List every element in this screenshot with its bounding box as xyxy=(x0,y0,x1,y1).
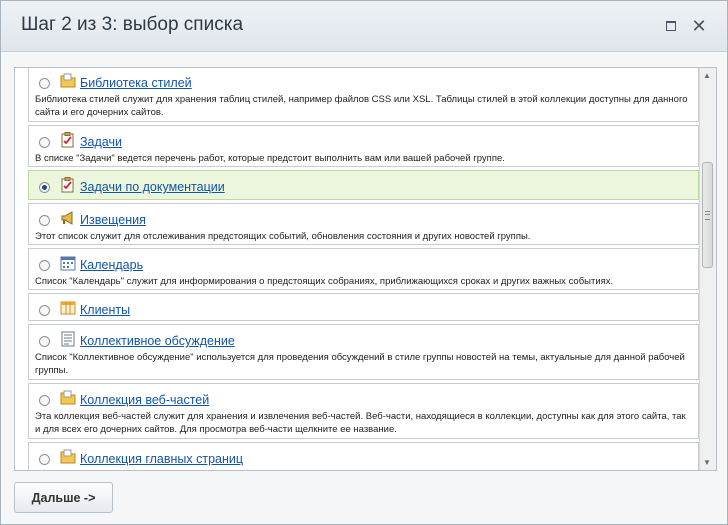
list-item-radio[interactable] xyxy=(39,78,50,89)
next-button[interactable]: Дальше -> xyxy=(14,482,113,513)
list-item-title[interactable]: Задачи по документации xyxy=(80,180,225,194)
list-item-radio[interactable] xyxy=(39,336,50,347)
list-item-title[interactable]: Коллекция главных страниц xyxy=(80,452,243,466)
list-item[interactable]: Задачи по документации xyxy=(28,170,699,200)
list-item[interactable]: Задачи В списке "Задачи" ведется перечень… xyxy=(28,125,699,167)
list-item[interactable]: Клиенты xyxy=(28,293,699,321)
list-item-title[interactable]: Библиотека стилей xyxy=(80,76,192,90)
list-item-description: Список "Коллективное обсуждение" использ… xyxy=(35,352,685,376)
list-item[interactable]: Библиотека стилей Библиотека стилей служи… xyxy=(28,68,699,122)
tasks-icon xyxy=(60,132,76,148)
list-item-description: Эта коллекция веб-частей служит для хран… xyxy=(35,411,686,435)
list-item[interactable]: Календарь Список "Календарь" служит для и… xyxy=(28,248,699,290)
list-item-description: Этот список служит для отслеживания пред… xyxy=(35,231,531,242)
list-item-title[interactable]: Извещения xyxy=(80,213,146,227)
maximize-icon[interactable] xyxy=(663,18,679,34)
vertical-scrollbar[interactable]: ▲ ▼ xyxy=(699,68,716,470)
megaphone-icon xyxy=(60,210,76,226)
list-item-radio[interactable] xyxy=(39,215,50,226)
discussion-icon xyxy=(60,331,76,347)
dialog-window: Шаг 2 из 3: выбор списка ✕ Библиотека ст… xyxy=(0,0,728,525)
list-item-radio[interactable] xyxy=(39,454,50,465)
list-item[interactable]: Извещения Этот список служит для отслежив… xyxy=(28,203,699,245)
calendar-icon xyxy=(60,255,76,271)
list-item-description: Библиотека стилей служит для хранения та… xyxy=(35,94,688,118)
list-item-description: Список "Календарь" служит для информиров… xyxy=(35,276,614,287)
scrollbar-thumb[interactable] xyxy=(702,162,713,268)
list-item-title[interactable]: Коллективное обсуждение xyxy=(80,334,235,348)
list-item-radio[interactable] xyxy=(39,305,50,316)
list-item-radio[interactable] xyxy=(39,395,50,406)
scroll-down-icon[interactable]: ▼ xyxy=(703,458,711,467)
list-item-title[interactable]: Задачи xyxy=(80,135,122,149)
folder-icon xyxy=(60,73,76,89)
close-icon[interactable]: ✕ xyxy=(691,17,707,35)
tasks-icon xyxy=(60,177,76,193)
list-item[interactable]: Коллективное обсуждение Список "Коллектив… xyxy=(28,324,699,380)
list-item-radio[interactable] xyxy=(39,137,50,148)
list-item-description: В списке "Задачи" ведется перечень работ… xyxy=(35,153,505,164)
list-item-title[interactable]: Коллекция веб-частей xyxy=(80,393,209,407)
folder-icon xyxy=(60,390,76,406)
list-type-list: Библиотека стилей Библиотека стилей служи… xyxy=(28,68,699,470)
list-item-radio[interactable] xyxy=(39,260,50,271)
list-panel: Библиотека стилей Библиотека стилей служи… xyxy=(14,67,717,471)
scroll-up-icon[interactable]: ▲ xyxy=(703,71,711,80)
dialog-title: Шаг 2 из 3: выбор списка xyxy=(21,14,244,35)
grip-icon xyxy=(705,211,710,220)
title-bar[interactable]: Шаг 2 из 3: выбор списка ✕ xyxy=(1,1,727,52)
folder-icon xyxy=(60,449,76,465)
list-item[interactable]: Коллекция веб-частей Эта коллекция веб-ча… xyxy=(28,383,699,439)
list-item-title[interactable]: Календарь xyxy=(80,258,143,272)
table-icon xyxy=(60,300,76,316)
list-item-radio[interactable] xyxy=(39,182,50,193)
list-item-title[interactable]: Клиенты xyxy=(80,303,130,317)
list-item[interactable]: Коллекция главных страниц xyxy=(28,442,699,470)
